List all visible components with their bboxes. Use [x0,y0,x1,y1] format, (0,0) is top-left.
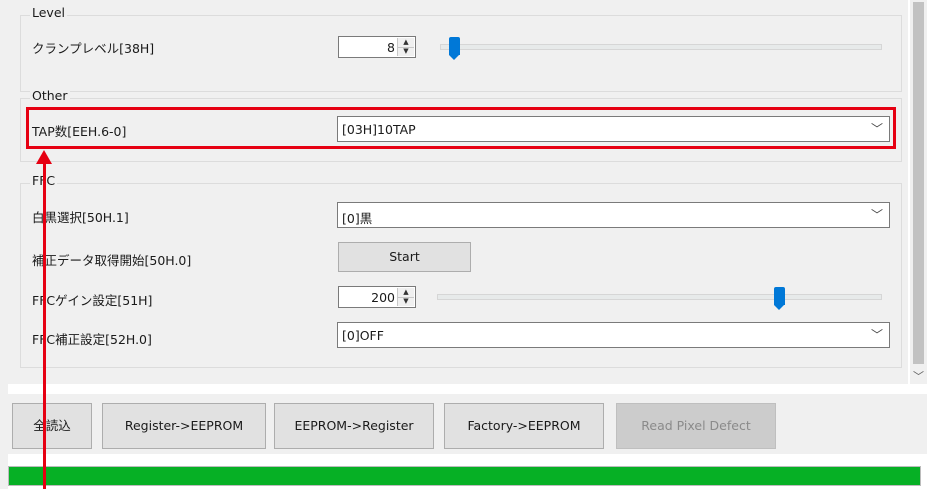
white-black-label: 白黒選択[50H.1] [32,210,129,225]
ffc-correction-label: FFC補正設定[52H.0] [32,332,152,347]
eeprom-to-register-button[interactable]: EEPROM->Register [274,403,434,449]
level-group-title: Level [30,5,67,20]
clamp-level-label: クランプレベル[38H] [32,41,155,56]
ffc-gain-value: 200 [371,290,395,305]
register-to-eeprom-label: Register->EEPROM [124,418,244,433]
clamp-level-value: 8 [387,40,395,55]
chevron-down-icon: ﹀ [870,328,883,342]
register-to-eeprom-button[interactable]: Register->EEPROM [102,403,266,449]
other-group-title: Other [30,88,70,103]
ffc-gain-slider-thumb[interactable] [773,287,785,310]
read-pixel-defect-label: Read Pixel Defect [641,418,751,433]
start-button-label: Start [389,249,420,264]
chevron-down-icon: ﹀ [870,208,883,222]
ffc-correction-value: [0]OFF [342,328,384,343]
progress-fill [9,467,920,485]
scroll-down-icon[interactable]: ﹀ [910,370,927,384]
clamp-level-stepper[interactable]: 8 ▲ ▼ [338,36,416,58]
progress-bar [8,466,921,486]
clamp-level-spin-arrows[interactable]: ▲ ▼ [397,38,414,56]
read-pixel-defect-button[interactable]: Read Pixel Defect [616,403,776,449]
read-all-button[interactable]: 全読込 [12,403,92,449]
factory-to-eeprom-button[interactable]: Factory->EEPROM [444,403,604,449]
ffc-gain-stepper[interactable]: 200 ▲ ▼ [338,286,416,308]
ffc-gain-label: FFCゲイン設定[51H] [32,293,153,308]
ffc-gain-slider-track[interactable] [437,294,882,300]
clamp-level-slider-track[interactable] [440,44,882,50]
tap-count-highlight-box [26,107,896,149]
window-left-border [0,0,8,489]
start-button[interactable]: Start [338,242,471,272]
ffc-correction-dropdown[interactable]: [0]OFF ﹀ [337,322,890,348]
scrollbar-thumb[interactable] [913,2,924,364]
acquire-correction-label: 補正データ取得開始[50H.0] [32,253,192,268]
white-black-dropdown[interactable]: [0]黒 ﹀ [337,202,890,228]
spin-down-icon[interactable]: ▼ [398,47,414,56]
factory-to-eeprom-label: Factory->EEPROM [467,418,581,433]
annotation-arrow-line [43,160,46,489]
clamp-level-slider-thumb[interactable] [448,37,460,60]
spin-down-icon[interactable]: ▼ [398,297,414,306]
eeprom-to-register-label: EEPROM->Register [294,418,414,433]
white-black-value: [0]黒 [342,211,373,226]
read-all-label: 全読込 [33,418,71,433]
ffc-gain-spin-arrows[interactable]: ▲ ▼ [397,288,414,306]
